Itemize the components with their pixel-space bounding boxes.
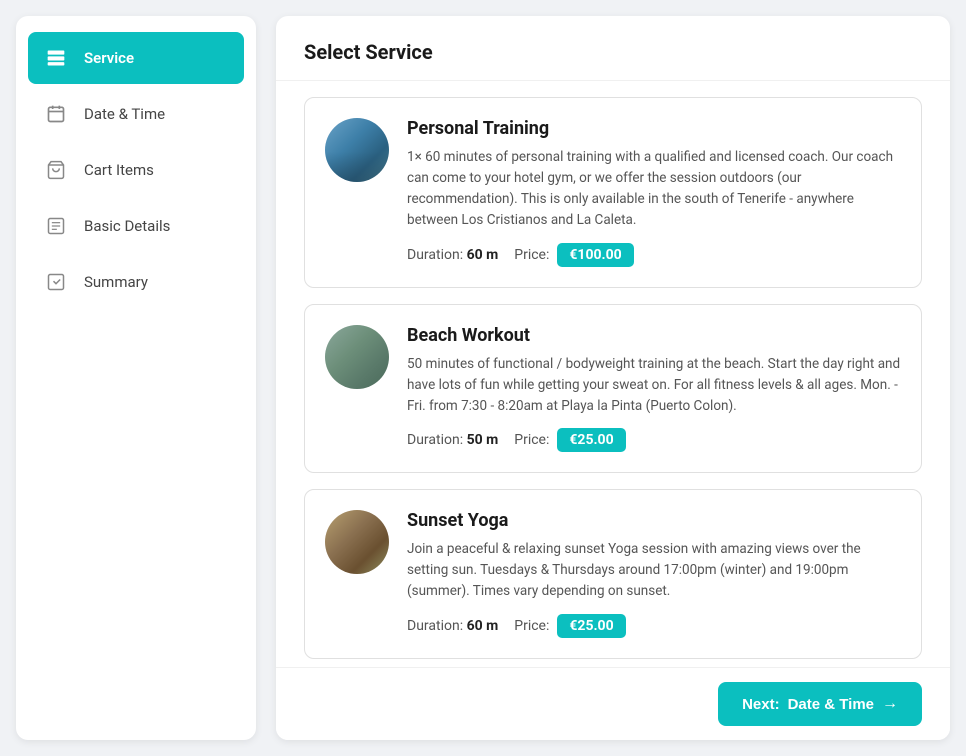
service-name-beach-workout: Beach Workout [407, 325, 901, 346]
sidebar-item-basic-details-label: Basic Details [84, 217, 170, 235]
service-duration-label-personal: Duration: 60 m [407, 247, 498, 263]
service-info-sunset-yoga: Sunset Yoga Join a peaceful & relaxing s… [407, 510, 901, 638]
service-thumbnail-personal-training [325, 118, 389, 182]
service-card-beach-workout[interactable]: Beach Workout 50 minutes of functional /… [304, 304, 922, 474]
sidebar-item-date-time-label: Date & Time [84, 105, 165, 123]
service-duration-value-personal: 60 m [467, 247, 499, 263]
next-arrow: → [882, 695, 898, 713]
cart-icon [42, 156, 70, 184]
service-duration-value-beach: 50 m [467, 432, 499, 448]
calendar-icon [42, 100, 70, 128]
service-desc-sunset-yoga: Join a peaceful & relaxing sunset Yoga s… [407, 539, 901, 602]
service-price-yoga: €25.00 [557, 614, 625, 638]
service-card-sunset-yoga[interactable]: Sunset Yoga Join a peaceful & relaxing s… [304, 489, 922, 659]
service-thumbnail-beach-workout [325, 325, 389, 389]
sidebar-item-cart-items-label: Cart Items [84, 161, 154, 179]
service-price-label-beach: Price: [514, 432, 549, 448]
next-label: Next: [742, 696, 780, 713]
service-desc-personal-training: 1× 60 minutes of personal training with … [407, 147, 901, 231]
service-meta-personal-training: Duration: 60 m Price: €100.00 [407, 243, 901, 267]
summary-icon [42, 268, 70, 296]
main-content: Select Service Personal Training 1× 60 m… [256, 0, 966, 756]
sidebar-item-summary[interactable]: Summary [28, 256, 244, 308]
service-desc-beach-workout: 50 minutes of functional / bodyweight tr… [407, 354, 901, 417]
sidebar-item-cart-items[interactable]: Cart Items [28, 144, 244, 196]
server-icon [42, 44, 70, 72]
sidebar: Service Date & Time Cart Items [16, 16, 256, 740]
service-price-label-personal: Price: [514, 247, 549, 263]
service-thumbnail-sunset-yoga [325, 510, 389, 574]
service-price-beach: €25.00 [557, 428, 625, 452]
service-name-sunset-yoga: Sunset Yoga [407, 510, 901, 531]
service-duration-label-beach: Duration: 50 m [407, 432, 498, 448]
sidebar-item-service-label: Service [84, 49, 134, 67]
service-name-personal-training: Personal Training [407, 118, 901, 139]
main-header: Select Service [276, 16, 950, 81]
service-info-personal-training: Personal Training 1× 60 minutes of perso… [407, 118, 901, 267]
page-title: Select Service [304, 40, 922, 64]
service-duration-value-yoga: 60 m [467, 618, 499, 634]
service-card-personal-training[interactable]: Personal Training 1× 60 minutes of perso… [304, 97, 922, 288]
service-info-beach-workout: Beach Workout 50 minutes of functional /… [407, 325, 901, 453]
next-button[interactable]: Next: Date & Time → [718, 682, 922, 726]
services-list: Personal Training 1× 60 minutes of perso… [276, 81, 950, 667]
service-meta-beach-workout: Duration: 50 m Price: €25.00 [407, 428, 901, 452]
next-destination: Date & Time [788, 696, 874, 713]
main-card: Select Service Personal Training 1× 60 m… [276, 16, 950, 740]
details-icon [42, 212, 70, 240]
sidebar-item-service[interactable]: Service [28, 32, 244, 84]
service-price-label-yoga: Price: [514, 618, 549, 634]
main-footer: Next: Date & Time → [276, 667, 950, 740]
sidebar-item-date-time[interactable]: Date & Time [28, 88, 244, 140]
sidebar-item-summary-label: Summary [84, 273, 148, 291]
sidebar-item-basic-details[interactable]: Basic Details [28, 200, 244, 252]
service-duration-label-yoga: Duration: 60 m [407, 618, 498, 634]
service-meta-sunset-yoga: Duration: 60 m Price: €25.00 [407, 614, 901, 638]
service-price-personal: €100.00 [557, 243, 633, 267]
